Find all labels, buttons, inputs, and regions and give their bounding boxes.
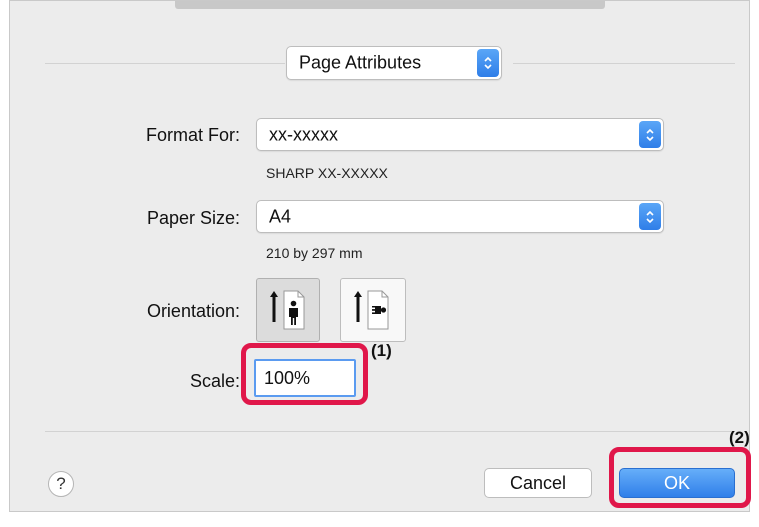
help-button[interactable]: ? xyxy=(48,471,74,497)
help-icon: ? xyxy=(56,474,66,493)
scale-label: Scale: xyxy=(189,371,240,391)
landscape-orientation-icon xyxy=(354,290,389,330)
preset-popup[interactable]: Page Attributes xyxy=(286,46,502,80)
page-setup-dialog: Page Attributes Format For: xx-xxxxx SHA… xyxy=(9,0,750,512)
paper-size-value: A4 xyxy=(269,206,292,226)
portrait-orientation-icon xyxy=(270,290,305,330)
ok-highlight-box xyxy=(609,447,751,508)
orientation-label: Orientation: xyxy=(146,301,240,321)
callout-1: (1) xyxy=(371,341,392,360)
separator-right xyxy=(513,63,735,64)
callout-2: (2) xyxy=(729,428,750,447)
paper-dimensions: 210 by 297 mm xyxy=(266,245,363,261)
popup-arrows-icon xyxy=(639,203,661,230)
separator-left xyxy=(45,63,285,64)
scale-highlight-box xyxy=(241,343,368,405)
popup-arrows-icon xyxy=(639,121,661,148)
printer-name: SHARP XX-XXXXX xyxy=(266,165,388,181)
format-for-value: xx-xxxxx xyxy=(269,124,338,144)
format-for-label: Format For: xyxy=(145,125,240,145)
cancel-button[interactable]: Cancel xyxy=(484,468,592,498)
popup-arrows-icon xyxy=(477,49,499,77)
paper-size-label: Paper Size: xyxy=(146,208,240,228)
dialog-top-edge xyxy=(175,1,605,9)
paper-size-popup[interactable]: A4 xyxy=(256,200,664,233)
preset-popup-value: Page Attributes xyxy=(299,52,422,73)
portrait-orientation-button[interactable] xyxy=(256,278,320,342)
landscape-orientation-button[interactable] xyxy=(340,278,406,342)
format-for-popup[interactable]: xx-xxxxx xyxy=(256,118,664,151)
separator-bottom xyxy=(45,431,735,432)
